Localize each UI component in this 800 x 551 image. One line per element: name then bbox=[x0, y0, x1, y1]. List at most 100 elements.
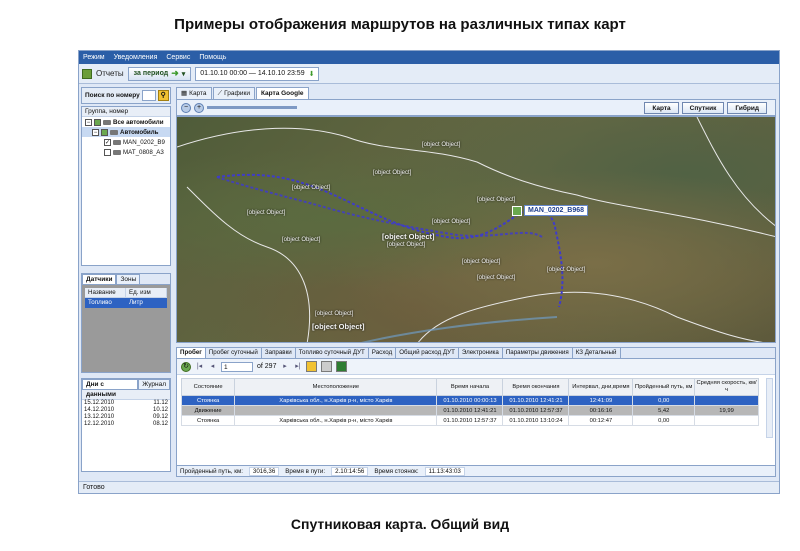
list-item[interactable]: 14.12.2010 10.12 bbox=[82, 407, 170, 414]
tab-days[interactable]: Дни с данными bbox=[82, 379, 139, 398]
menu-mode[interactable]: Режим bbox=[83, 54, 105, 61]
column-header[interactable]: Средняя скорость, км/ч bbox=[694, 378, 759, 396]
last-page-icon[interactable]: ▸| bbox=[293, 362, 302, 371]
refresh-icon[interactable]: ↻ bbox=[181, 361, 191, 372]
tree-node-vehicle[interactable]: ✓ MAN_0202_B9 bbox=[82, 137, 170, 147]
map-type-hybrid-button[interactable]: Гибрид bbox=[727, 102, 767, 114]
map-type-map-button[interactable]: Карта bbox=[644, 102, 679, 114]
group-checkbox[interactable] bbox=[94, 118, 101, 126]
page-input[interactable]: 1 bbox=[221, 361, 253, 372]
prev-page-icon[interactable]: ◂ bbox=[208, 362, 217, 371]
table-row[interactable]: Топливо Литр bbox=[85, 298, 167, 308]
cell bbox=[234, 405, 438, 416]
group-icon bbox=[110, 129, 118, 135]
tree-node-vehicle[interactable]: MAT_0808_A3 bbox=[82, 147, 170, 157]
menu-help[interactable]: Помощь bbox=[199, 54, 226, 61]
border-line bbox=[177, 127, 775, 238]
search-input[interactable] bbox=[141, 90, 156, 101]
tab-zones[interactable]: Зоны bbox=[116, 274, 141, 284]
report-panel: Пробег Пробег суточный Заправки Топливо … bbox=[176, 347, 776, 477]
expand-icon[interactable]: − bbox=[92, 128, 99, 136]
export-icon[interactable] bbox=[306, 361, 318, 372]
table-scrollbar[interactable] bbox=[766, 378, 773, 438]
expand-icon[interactable]: − bbox=[85, 118, 92, 126]
map-label: [object Object] bbox=[315, 311, 354, 317]
map-label: [object Object] bbox=[382, 232, 435, 241]
reports-button[interactable]: Отчеты bbox=[96, 69, 124, 78]
menu-service[interactable]: Сервис bbox=[166, 54, 190, 61]
column-header[interactable]: Время окончания bbox=[502, 378, 570, 396]
list-item[interactable]: 13.12.2010 09.12 bbox=[82, 414, 170, 421]
list-item[interactable]: 12.12.2010 08.12 bbox=[82, 421, 170, 428]
column-header[interactable]: Местоположение bbox=[234, 378, 438, 396]
zoom-slider[interactable] bbox=[207, 106, 297, 109]
column-header[interactable]: Ед. изм bbox=[126, 288, 167, 297]
map-label: [object Object] bbox=[477, 275, 516, 281]
tab-map[interactable]: ▦ Карта bbox=[176, 87, 212, 99]
list-item[interactable]: 15.12.2010 11.12 bbox=[82, 400, 170, 407]
tab-charts[interactable]: ⟋ Графики bbox=[212, 87, 255, 99]
tree-node-group[interactable]: − Автомобиль bbox=[82, 127, 170, 137]
tree-header: Группа, номер bbox=[82, 107, 170, 117]
group-icon bbox=[103, 119, 111, 125]
tab-sensors[interactable]: Датчики bbox=[82, 274, 117, 284]
tree-node-all[interactable]: − Все автомобили bbox=[82, 117, 170, 127]
column-header[interactable]: Состояние bbox=[180, 378, 236, 396]
tab-daily-fuel[interactable]: Топливо суточный ДУТ bbox=[296, 348, 369, 358]
excel-icon[interactable] bbox=[336, 361, 348, 372]
sensors-panel: Датчики Зоны Название Ед. изм Топливо Ли… bbox=[81, 273, 171, 373]
day-date: 12.12.2010 bbox=[84, 421, 115, 427]
satellite-map[interactable]: [object Object] [object Object] [object … bbox=[176, 116, 776, 343]
zoom-out-icon[interactable]: − bbox=[181, 102, 191, 113]
column-header[interactable]: Интервал, дни,время bbox=[568, 378, 634, 396]
tab-motion-params[interactable]: Параметры движения bbox=[503, 348, 573, 358]
dropdown-arrow-icon: ⬇ bbox=[308, 70, 315, 78]
period-button[interactable]: за период ➜ ▾ bbox=[127, 66, 192, 81]
column-header[interactable]: Пройденный путь, км bbox=[632, 378, 696, 396]
tab-mileage[interactable]: Пробег bbox=[177, 348, 206, 358]
tab-journal[interactable]: Журнал bbox=[138, 379, 170, 389]
group-checkbox[interactable] bbox=[101, 128, 108, 136]
map-label: [object Object] bbox=[477, 197, 516, 203]
zoom-in-icon[interactable]: + bbox=[194, 102, 204, 113]
map-label: [object Object] bbox=[282, 237, 321, 243]
map-tabs: ▦ Карта ⟋ Графики Карта Google bbox=[176, 87, 309, 99]
tab-total-consumption[interactable]: Общий расход ДУТ bbox=[396, 348, 459, 358]
application-window: Режим Уведомления Сервис Помощь Отчеты з… bbox=[78, 50, 780, 494]
route-path bbox=[216, 176, 543, 238]
vehicle-checkbox[interactable] bbox=[104, 148, 111, 156]
table-row[interactable]: Стоянка Харківська обл., н.Харків р-н, м… bbox=[180, 395, 759, 406]
first-page-icon[interactable]: |◂ bbox=[195, 362, 204, 371]
tab-daily-mileage[interactable]: Пробег суточный bbox=[206, 348, 262, 358]
chart-icon: ⟋ bbox=[217, 90, 223, 97]
distance-label: Пройденный путь, км: bbox=[180, 467, 243, 475]
map-label: [object Object] bbox=[387, 242, 426, 248]
date-range-field[interactable]: 01.10.10 00:00 — 14.10.10 23:59 ⬇ bbox=[195, 66, 320, 81]
column-header[interactable]: Название bbox=[85, 288, 126, 297]
tab-detailed[interactable]: КЗ Детальный bbox=[573, 348, 621, 358]
page-total: of 297 bbox=[257, 363, 277, 370]
status-bar: Готово bbox=[79, 481, 779, 493]
table-row[interactable]: Движение 01.10.2010 12:41:21 01.10.2010 … bbox=[180, 405, 759, 416]
cell: 01.10.2010 12:41:21 bbox=[502, 395, 570, 406]
cell: Движение bbox=[180, 405, 236, 416]
cell: 01.10.2010 12:57:37 bbox=[436, 415, 504, 426]
search-bar: Поиск по номеру ⚲ bbox=[81, 87, 171, 104]
menu-notifications[interactable]: Уведомления bbox=[114, 54, 158, 61]
vehicle-marker[interactable]: MAN_0202_B968 bbox=[512, 205, 589, 216]
vehicle-checkbox[interactable]: ✓ bbox=[104, 138, 111, 146]
table-row[interactable]: Стоянка Харківська обл., н.Харків р-н, м… bbox=[180, 415, 759, 426]
tab-electronics[interactable]: Электроника bbox=[459, 348, 503, 358]
pager-toolbar: ↻ |◂ ◂ 1 of 297 ▸ ▸| bbox=[177, 359, 775, 375]
tab-google-map[interactable]: Карта Google bbox=[255, 87, 309, 99]
map-type-satellite-button[interactable]: Спутник bbox=[681, 102, 725, 114]
next-page-icon[interactable]: ▸ bbox=[280, 362, 289, 371]
tab-refuels[interactable]: Заправки bbox=[262, 348, 296, 358]
print-icon[interactable] bbox=[321, 361, 333, 372]
column-header[interactable]: Время начала bbox=[436, 378, 504, 396]
cell: 01.10.2010 12:41:21 bbox=[436, 405, 504, 416]
tab-consumption[interactable]: Расход bbox=[369, 348, 397, 358]
search-icon[interactable]: ⚲ bbox=[157, 90, 169, 101]
map-label: [object Object] bbox=[462, 259, 501, 265]
cell: 19,99 bbox=[694, 405, 759, 416]
